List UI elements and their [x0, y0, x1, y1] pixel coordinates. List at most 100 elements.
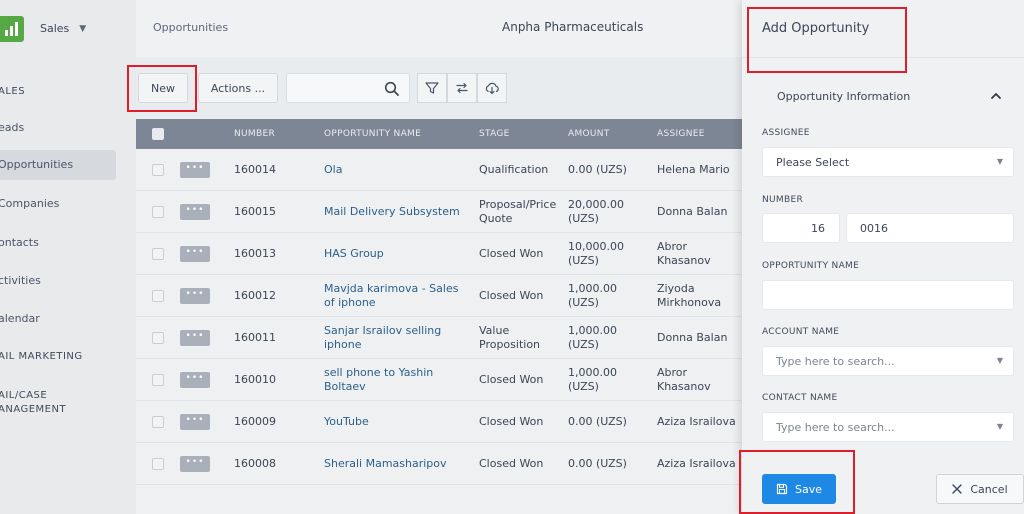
- table-row[interactable]: ••• 160011 Sanjar Israilov selling iphone V…: [136, 317, 742, 359]
- cell-opportunity-name-link[interactable]: YouTube: [324, 415, 472, 429]
- cell-opportunity-name-link[interactable]: Sanjar Israilov selling iphone: [324, 324, 472, 352]
- cell-opportunity-name-link[interactable]: HAS Group: [324, 247, 472, 261]
- close-icon: [952, 484, 963, 494]
- sidebar-item-companies[interactable]: Companies: [0, 197, 59, 210]
- account-name-search[interactable]: Type here to search... ▼: [762, 346, 1014, 376]
- table-row[interactable]: ••• 160012 Mavjda karimova - Sales of ipho…: [136, 275, 742, 317]
- cell-amount: 1,000.00 (UZS): [568, 324, 617, 351]
- sidebar-section-mail-case[interactable]: AIL/CASE: [0, 390, 47, 401]
- table-row[interactable]: ••• 160009 YouTube Closed Won 0.00 (UZS) Aziz…: [136, 401, 742, 443]
- highlight-save-button: [739, 450, 855, 514]
- assignee-label: ASSIGNEE: [762, 128, 810, 138]
- module-switcher[interactable]: Sales ▼: [0, 0, 136, 57]
- row-checkbox[interactable]: [152, 332, 164, 344]
- table-row[interactable]: ••• 160014 Ola Qualification 0.00 (UZS) Helen…: [136, 149, 742, 191]
- cell-opportunity-name-link[interactable]: Sherali Mamasharipov: [324, 457, 472, 471]
- chevron-down-icon: ▼: [996, 157, 1003, 166]
- row-checkbox[interactable]: [152, 206, 164, 218]
- sidebar-item-activities[interactable]: ctivities: [0, 274, 41, 287]
- cell-number: 160008: [234, 457, 276, 470]
- cell-stage: Closed Won: [479, 289, 544, 302]
- cell-stage: Qualification: [479, 163, 549, 176]
- cell-amount: 1,000.00 (UZS): [568, 366, 617, 393]
- sync-button[interactable]: [447, 73, 477, 103]
- breadcrumb[interactable]: Opportunities: [153, 21, 228, 34]
- sidebar-item-calendar[interactable]: alendar: [0, 312, 40, 325]
- column-header-assignee[interactable]: ASSIGNEE: [657, 129, 705, 139]
- highlight-new-button: [127, 65, 197, 112]
- row-menu-button[interactable]: •••: [180, 246, 210, 262]
- cancel-button[interactable]: Cancel: [936, 474, 1024, 504]
- cell-opportunity-name-link[interactable]: Mavjda karimova - Sales of iphone: [324, 282, 472, 310]
- cell-stage: Proposal/Price Quote: [479, 198, 557, 225]
- cancel-label: Cancel: [970, 482, 1008, 496]
- row-menu-button[interactable]: •••: [180, 414, 210, 430]
- search-input[interactable]: [286, 73, 410, 103]
- row-checkbox[interactable]: [152, 164, 164, 176]
- account-name-placeholder: Type here to search...: [776, 355, 895, 368]
- assignee-select-value: Please Select: [776, 156, 850, 169]
- table-row[interactable]: ••• 160008 Sherali Mamasharipov Closed Won 0…: [136, 443, 742, 485]
- account-name-label: ACCOUNT NAME: [762, 327, 840, 337]
- row-checkbox[interactable]: [152, 416, 164, 428]
- section-title[interactable]: Opportunity Information: [777, 90, 910, 103]
- cell-amount: 0.00 (UZS): [568, 163, 627, 176]
- sidebar: Sales ▼ ALES eads Opportunities Companie…: [0, 0, 136, 514]
- chevron-up-icon[interactable]: [990, 90, 1002, 102]
- cell-number: 160010: [234, 373, 276, 386]
- highlight-panel-title: [747, 7, 907, 73]
- cell-amount: 1,000.00 (UZS): [568, 282, 617, 309]
- cell-assignee: Helena Mario: [657, 163, 730, 176]
- row-checkbox[interactable]: [152, 248, 164, 260]
- column-header-stage[interactable]: STAGE: [479, 129, 510, 139]
- row-menu-button[interactable]: •••: [180, 372, 210, 388]
- search-icon[interactable]: [384, 81, 400, 97]
- number-prefix-field[interactable]: 16: [762, 213, 840, 243]
- column-header-opportunity-name[interactable]: OPPORTUNITY NAME: [324, 129, 421, 139]
- row-checkbox[interactable]: [152, 374, 164, 386]
- select-all-checkbox[interactable]: [152, 128, 164, 140]
- assignee-select[interactable]: Please Select ▼: [762, 147, 1014, 177]
- filter-icon: [425, 82, 439, 94]
- cloud-download-icon: [485, 82, 499, 95]
- number-field[interactable]: 0016: [846, 213, 1014, 243]
- cell-stage: Closed Won: [479, 457, 544, 470]
- actions-button[interactable]: Actions ...: [198, 73, 278, 103]
- sidebar-section-management[interactable]: ANAGEMENT: [0, 404, 66, 415]
- export-button[interactable]: [477, 73, 507, 103]
- cell-opportunity-name-link[interactable]: Mail Delivery Subsystem: [324, 205, 472, 219]
- table-row[interactable]: ••• 160015 Mail Delivery Subsystem Proposal…: [136, 191, 742, 233]
- cell-number: 160013: [234, 247, 276, 260]
- cell-opportunity-name-link[interactable]: sell phone to Yashin Boltaev: [324, 366, 472, 394]
- sidebar-item-opportunities[interactable]: Opportunities: [0, 150, 116, 180]
- row-menu-button[interactable]: •••: [180, 330, 210, 346]
- row-checkbox[interactable]: [152, 458, 164, 470]
- row-checkbox[interactable]: [152, 290, 164, 302]
- sidebar-item-contacts[interactable]: ontacts: [0, 236, 39, 249]
- opportunity-name-label: OPPORTUNITY NAME: [762, 261, 860, 271]
- cell-opportunity-name-link[interactable]: Ola: [324, 163, 472, 177]
- cell-stage: Closed Won: [479, 247, 544, 260]
- column-header-number[interactable]: NUMBER: [234, 129, 275, 139]
- sidebar-section-email-marketing[interactable]: AIL MARKETING: [0, 351, 83, 362]
- column-header-amount[interactable]: AMOUNT: [568, 129, 610, 139]
- row-menu-button[interactable]: •••: [180, 204, 210, 220]
- row-menu-button[interactable]: •••: [180, 456, 210, 472]
- table-row[interactable]: ••• 160010 sell phone to Yashin Boltaev Clo…: [136, 359, 742, 401]
- filter-button[interactable]: [417, 73, 447, 103]
- contact-name-search[interactable]: Type here to search... ▼: [762, 412, 1014, 442]
- cell-amount: 0.00 (UZS): [568, 415, 627, 428]
- opportunity-name-field[interactable]: [762, 280, 1014, 310]
- cell-stage: Value Proposition: [479, 324, 541, 351]
- cell-assignee: Aziza Israilova: [657, 415, 736, 428]
- table-body: ••• 160014 Ola Qualification 0.00 (UZS) Helen…: [136, 149, 742, 485]
- cell-assignee: Donna Balan: [657, 205, 728, 218]
- cell-assignee: Abror Khasanov: [657, 240, 711, 267]
- row-menu-button[interactable]: •••: [180, 162, 210, 178]
- cell-assignee: Aziza Israilova: [657, 457, 736, 470]
- table-row[interactable]: ••• 160013 HAS Group Closed Won 10,000.00 (U…: [136, 233, 742, 275]
- table-header: NUMBER OPPORTUNITY NAME STAGE AMOUNT ASS…: [136, 119, 742, 149]
- sidebar-section-sales: ALES: [0, 86, 26, 97]
- sidebar-item-leads[interactable]: eads: [0, 121, 24, 134]
- row-menu-button[interactable]: •••: [180, 288, 210, 304]
